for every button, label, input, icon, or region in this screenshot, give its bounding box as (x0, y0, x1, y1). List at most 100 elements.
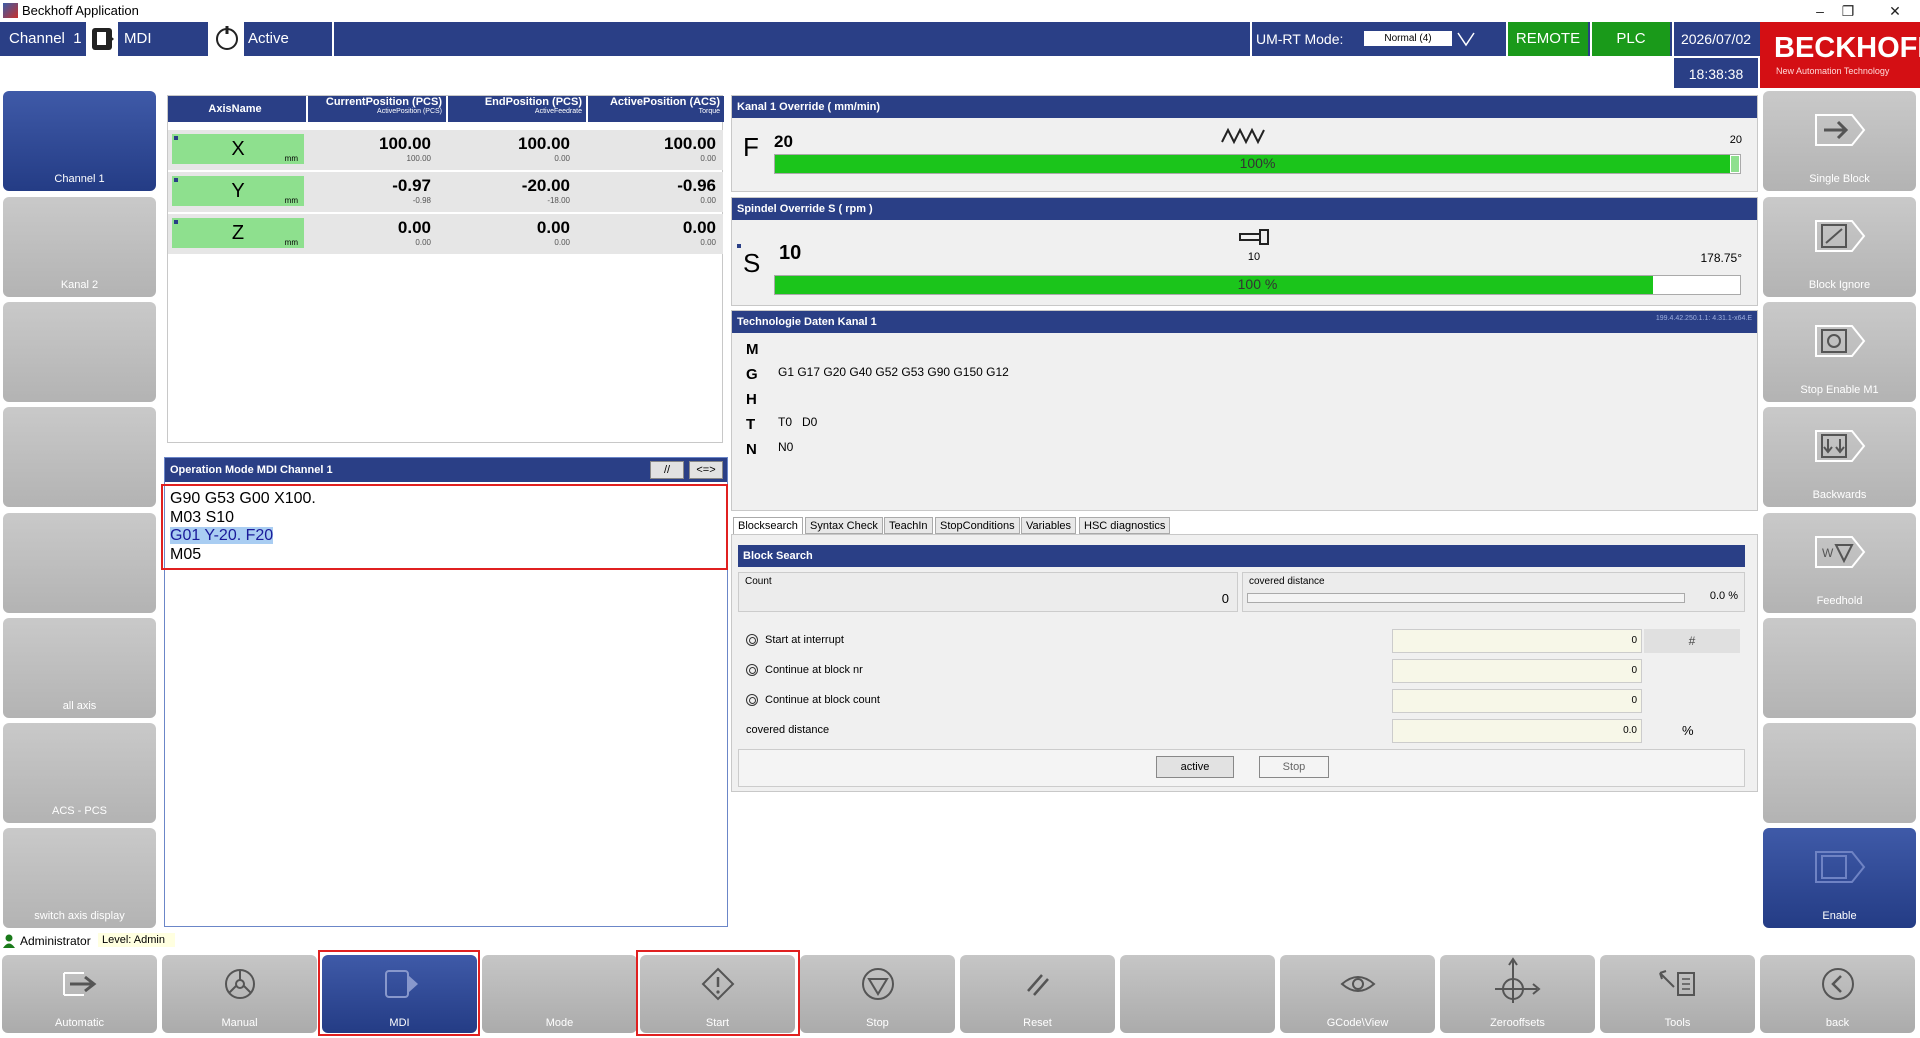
enable-button[interactable]: Enable (1763, 828, 1916, 928)
title-bar: Beckhoff Application – ❐ ✕ (0, 0, 1920, 22)
umrt-dropdown[interactable]: Normal (4) (1362, 22, 1482, 56)
header-label: CurrentPosition (PCS) (325, 96, 442, 108)
covered-distance-field[interactable]: 0.0 (1392, 719, 1642, 743)
active-position-pcs: 0.00 (415, 238, 431, 247)
spindle-override-bar[interactable]: 100 % (774, 275, 1741, 295)
active-feedrate: -18.00 (547, 196, 570, 205)
block-search-title: Block Search (738, 545, 1745, 567)
swap-button[interactable]: <=> (689, 461, 723, 479)
active-feedrate: 0.00 (554, 154, 570, 163)
tab-teachin[interactable]: TeachIn (884, 517, 933, 534)
automatic-button[interactable]: Automatic (2, 955, 157, 1033)
umrt-value: Normal (4) (1364, 31, 1452, 46)
button-label: switch axis display (34, 910, 125, 922)
tech-value-g: G1 G17 G20 G40 G52 G53 G90 G150 G12 (778, 365, 1009, 379)
torque: 0.00 (700, 238, 716, 247)
zerooffsets-button[interactable]: Zerooffsets (1440, 955, 1595, 1033)
tab-syntax-check[interactable]: Syntax Check (805, 517, 883, 534)
header-label: AxisName (208, 103, 262, 115)
stop-button[interactable]: Stop (800, 955, 955, 1033)
tools-icon (1658, 970, 1695, 996)
automatic-icon (62, 972, 96, 996)
version-label: 199.4.42.250.1.1: 4.31.1-x64.E (1655, 315, 1752, 322)
block-search-panel: Block Search Count 0 covered distance 0.… (731, 534, 1758, 792)
button-label: Tools (1664, 1017, 1691, 1029)
acs-pcs-button[interactable]: ACS - PCS (3, 723, 156, 823)
spindle-center-value: 10 (1247, 251, 1261, 263)
hash-button[interactable]: # (1644, 629, 1740, 653)
gcode-view-button[interactable]: GCode\View (1280, 955, 1435, 1033)
right-empty-button-2[interactable] (1763, 723, 1916, 823)
feedhold-button[interactable]: W Feedhold (1763, 513, 1916, 613)
left-empty-button-1[interactable] (3, 302, 156, 402)
active-position-acs: -0.96 (677, 176, 716, 195)
kanal-2-button[interactable]: Kanal 2 (3, 197, 156, 297)
tech-label-m: M (746, 341, 759, 358)
all-axis-button[interactable]: all axis (3, 618, 156, 718)
header-sublabel: ActivePosition (PCS) (377, 108, 442, 115)
left-empty-button-3[interactable] (3, 513, 156, 613)
button-label: Zerooffsets (1490, 1017, 1545, 1029)
torque: 0.00 (700, 196, 716, 205)
current-position: -0.97 (392, 176, 431, 195)
continue-at-block-count-field[interactable]: 0 (1392, 689, 1642, 713)
continue-at-block-nr-field[interactable]: 0 (1392, 659, 1642, 683)
tab-variables[interactable]: Variables (1021, 517, 1077, 534)
covered-label: covered distance (1249, 576, 1325, 587)
umrt-label: UM-RT Mode: (1256, 31, 1344, 47)
axis-name-cell: Xmm (172, 134, 304, 164)
channel-number: 1 (73, 30, 82, 47)
zerooffsets-icon (1494, 957, 1541, 1003)
date-display: 2026/07/02 (1672, 22, 1758, 56)
right-empty-button-1[interactable] (1763, 618, 1916, 718)
active-button[interactable]: active (1156, 756, 1234, 778)
highlight-box-mdi-code (161, 484, 728, 570)
bottom-empty-button[interactable] (1120, 955, 1275, 1033)
button-label: Stop (866, 1017, 889, 1029)
button-label: Feedhold (1816, 595, 1863, 607)
maximize-button[interactable]: ❐ (1828, 0, 1868, 22)
close-button[interactable]: ✕ (1875, 0, 1915, 22)
left-empty-button-2[interactable] (3, 407, 156, 507)
axis-name: Z (231, 222, 245, 244)
backwards-button[interactable]: Backwards (1763, 407, 1916, 507)
tech-label-h: H (746, 391, 757, 408)
axis-header-current: CurrentPosition (PCS) ActivePosition (PCS… (308, 96, 446, 122)
single-block-button[interactable]: Single Block (1763, 91, 1916, 191)
button-label: Block Ignore (1808, 279, 1871, 291)
top-status-bar: Channel 1 MDI Active UM-RT Mode: Normal … (0, 22, 1920, 56)
tech-value-n: N0 (778, 440, 794, 454)
button-label: Single Block (1809, 173, 1870, 185)
stop-search-button[interactable]: Stop (1259, 756, 1329, 778)
mode-button[interactable]: Mode (482, 955, 637, 1033)
reset-icon (1026, 974, 1049, 996)
comment-button[interactable]: // (650, 461, 684, 479)
manual-button[interactable]: Manual (162, 955, 317, 1033)
channel-label: Channel (9, 30, 65, 47)
switch-axis-display-button[interactable]: switch axis display (3, 828, 156, 928)
start-at-interrupt-field[interactable]: 0 (1392, 629, 1642, 653)
time-display: 18:38:38 (1672, 56, 1758, 88)
tab-stopconditions[interactable]: StopConditions (935, 517, 1020, 534)
stop-enable-m1-button[interactable]: Stop Enable M1 (1763, 302, 1916, 402)
radio-continue-at-block-nr[interactable] (746, 664, 758, 676)
axis-name: X (231, 138, 245, 160)
block-ignore-button[interactable]: Block Ignore (1763, 197, 1916, 297)
feed-override-bar[interactable]: 100% (774, 154, 1741, 174)
radio-continue-at-block-count[interactable] (746, 694, 758, 706)
spindle-letter: S (743, 248, 761, 278)
tab-hsc-diagnostics[interactable]: HSC diagnostics (1079, 517, 1171, 534)
tools-button[interactable]: Tools (1600, 955, 1755, 1033)
reset-button[interactable]: Reset (960, 955, 1115, 1033)
tab-blocksearch[interactable]: Blocksearch (733, 517, 803, 534)
axis-row-x: Xmm 100.00 100.00 100.00 0.00 100.00 0.0… (168, 130, 723, 170)
count-value: 0 (1221, 591, 1229, 606)
single-block-icon (1814, 114, 1865, 146)
button-label: Manual (221, 1017, 258, 1029)
header-label: ActivePosition (ACS) (609, 96, 720, 108)
channel-1-button[interactable]: Channel 1 (3, 91, 156, 191)
header-sublabel: ActiveFeedrate (534, 108, 582, 115)
back-button[interactable]: back (1760, 955, 1915, 1033)
radio-start-at-interrupt[interactable] (746, 634, 758, 646)
covered-distance-label: covered distance (746, 724, 830, 736)
